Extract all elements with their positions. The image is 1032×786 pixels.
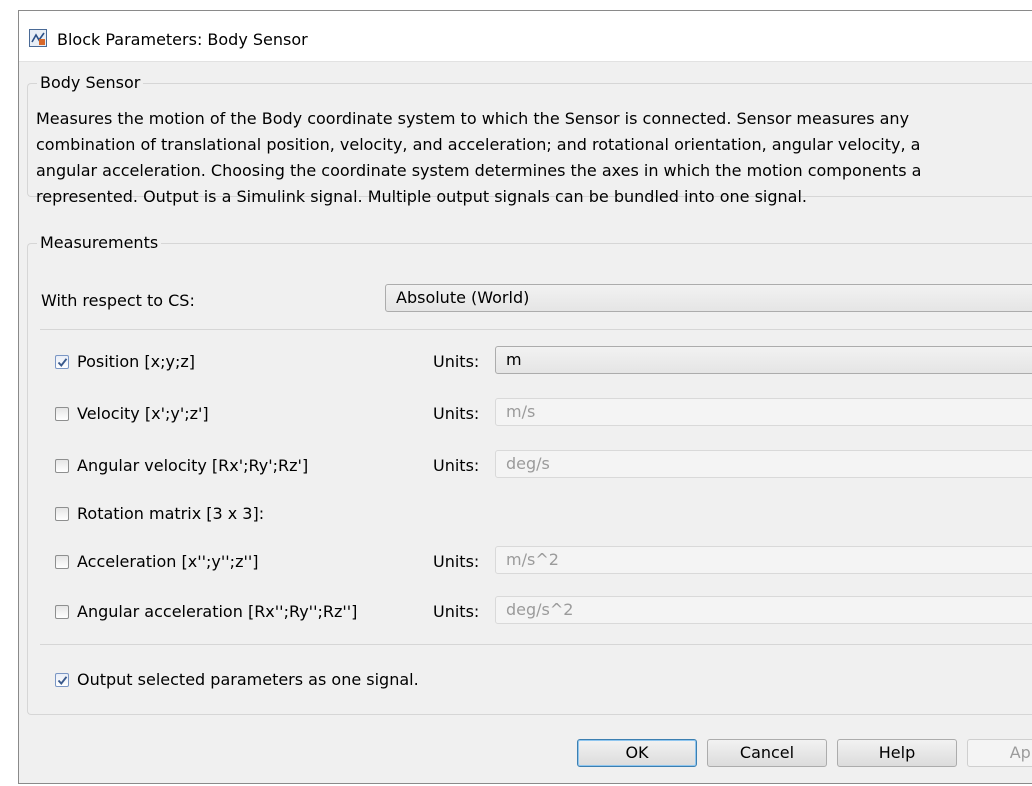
angular-acceleration-units-value: deg/s^2 xyxy=(506,600,574,619)
output-one-signal-checkbox[interactable] xyxy=(55,673,69,687)
ok-button[interactable]: OK xyxy=(577,739,697,767)
measurements-group: Measurements With respect to CS: Absolut… xyxy=(27,233,1032,715)
description-line: angular acceleration. Choosing the coord… xyxy=(36,161,922,180)
velocity-units-dropdown[interactable]: m/s xyxy=(495,398,1032,426)
angular-acceleration-units-dropdown[interactable]: deg/s^2 xyxy=(495,596,1032,624)
help-button[interactable]: Help xyxy=(837,739,957,767)
velocity-units-value: m/s xyxy=(506,402,536,421)
angular-velocity-units-dropdown[interactable]: deg/s xyxy=(495,450,1032,478)
position-units-dropdown[interactable]: m xyxy=(495,346,1032,374)
title-bar[interactable]: Block Parameters: Body Sensor xyxy=(19,11,1032,62)
separator xyxy=(40,329,1032,330)
description-line: combination of translational position, v… xyxy=(36,135,921,154)
window-title: Block Parameters: Body Sensor xyxy=(57,30,308,49)
description-text: Measures the motion of the Body coordina… xyxy=(36,106,1032,210)
rotation-matrix-checkbox[interactable] xyxy=(55,507,69,521)
output-one-signal-label: Output selected parameters as one signal… xyxy=(77,670,419,689)
velocity-checkbox[interactable] xyxy=(55,407,69,421)
acceleration-checkbox[interactable] xyxy=(55,555,69,569)
velocity-units-label: Units: xyxy=(433,404,480,423)
position-label: Position [x;y;z] xyxy=(77,352,195,371)
cs-dropdown[interactable]: Absolute (World) xyxy=(385,284,1032,312)
angular-velocity-units-label: Units: xyxy=(433,456,480,475)
angular-acceleration-label: Angular acceleration [Rx'';Ry'';Rz''] xyxy=(77,602,358,621)
description-line: Measures the motion of the Body coordina… xyxy=(36,109,910,128)
position-checkbox[interactable] xyxy=(55,355,69,369)
description-line: represented. Output is a Simulink signal… xyxy=(36,187,807,206)
angular-velocity-checkbox[interactable] xyxy=(55,459,69,473)
velocity-label: Velocity [x';y';z'] xyxy=(77,404,209,423)
position-units-value: m xyxy=(506,350,522,369)
angular-acceleration-units-label: Units: xyxy=(433,602,480,621)
angular-acceleration-checkbox[interactable] xyxy=(55,605,69,619)
acceleration-units-value: m/s^2 xyxy=(506,550,559,569)
acceleration-units-dropdown[interactable]: m/s^2 xyxy=(495,546,1032,574)
angular-velocity-label: Angular velocity [Rx';Ry';Rz'] xyxy=(77,456,309,475)
apply-button[interactable]: App xyxy=(967,739,1032,767)
checkmark-icon xyxy=(57,358,68,367)
checkmark-icon xyxy=(57,676,68,685)
cancel-button[interactable]: Cancel xyxy=(707,739,827,767)
rotation-matrix-label: Rotation matrix [3 x 3]: xyxy=(77,504,265,523)
angular-velocity-units-value: deg/s xyxy=(506,454,550,473)
acceleration-units-label: Units: xyxy=(433,552,480,571)
cs-dropdown-value: Absolute (World) xyxy=(396,288,530,307)
description-group-label: Body Sensor xyxy=(37,73,144,93)
position-units-label: Units: xyxy=(433,352,480,371)
acceleration-label: Acceleration [x'';y'';z''] xyxy=(77,552,259,571)
description-group: Body Sensor Measures the motion of the B… xyxy=(27,73,1032,206)
measurements-group-label: Measurements xyxy=(37,233,162,253)
dialog-window: Block Parameters: Body Sensor Body Senso… xyxy=(18,10,1032,784)
simulink-block-icon xyxy=(29,29,47,47)
cs-label: With respect to CS: xyxy=(41,291,195,310)
separator xyxy=(40,644,1032,645)
